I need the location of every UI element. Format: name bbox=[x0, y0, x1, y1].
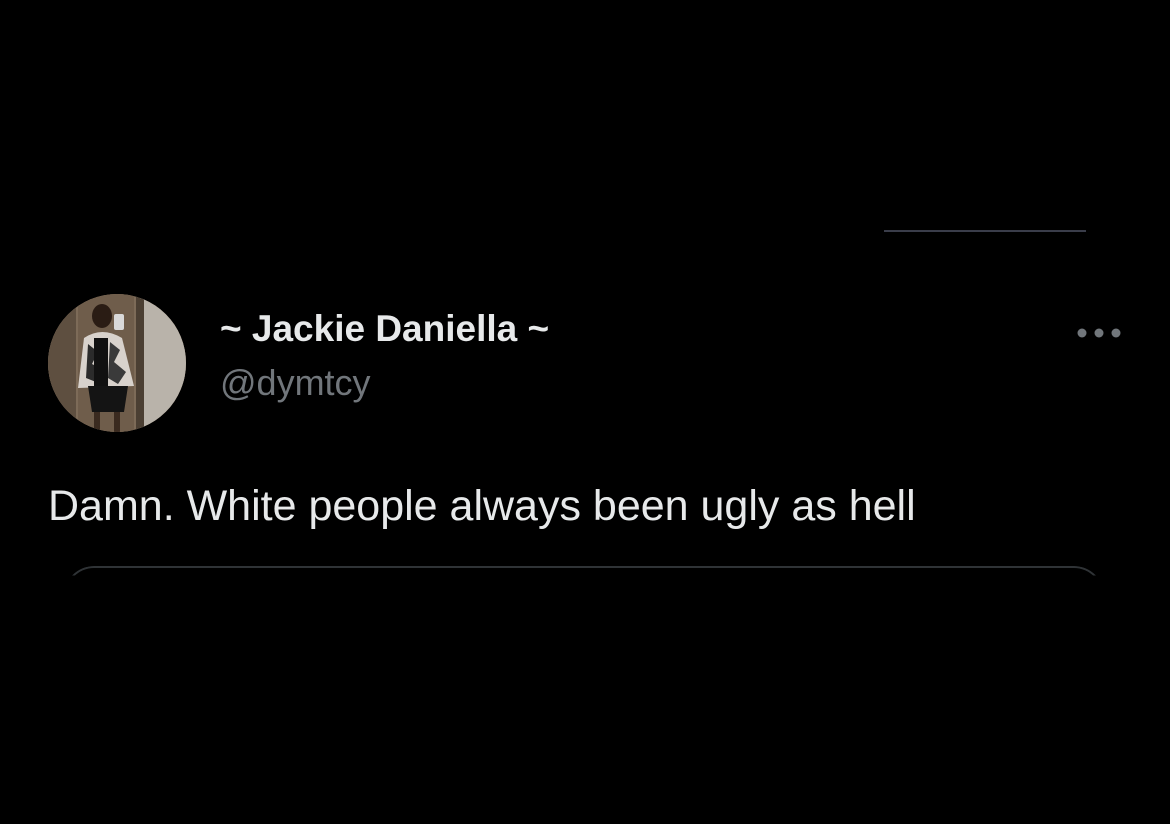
more-horizontal-icon bbox=[1077, 328, 1121, 338]
tweet-screen: ~ Jackie Daniella ~ @dymtcy Damn. White … bbox=[0, 0, 1170, 824]
tweet-text: Damn. White people always been ugly as h… bbox=[48, 482, 916, 530]
quoted-tweet-card[interactable] bbox=[64, 566, 1104, 606]
avatar-photo bbox=[48, 294, 186, 432]
avatar[interactable] bbox=[48, 294, 186, 432]
tweet-header: ~ Jackie Daniella ~ @dymtcy bbox=[48, 294, 1128, 434]
author-display-name[interactable]: ~ Jackie Daniella ~ bbox=[220, 306, 549, 352]
more-options-button[interactable] bbox=[1070, 316, 1128, 350]
author-handle[interactable]: @dymtcy bbox=[220, 360, 549, 406]
author-names[interactable]: ~ Jackie Daniella ~ @dymtcy bbox=[220, 306, 549, 406]
divider bbox=[884, 230, 1086, 232]
